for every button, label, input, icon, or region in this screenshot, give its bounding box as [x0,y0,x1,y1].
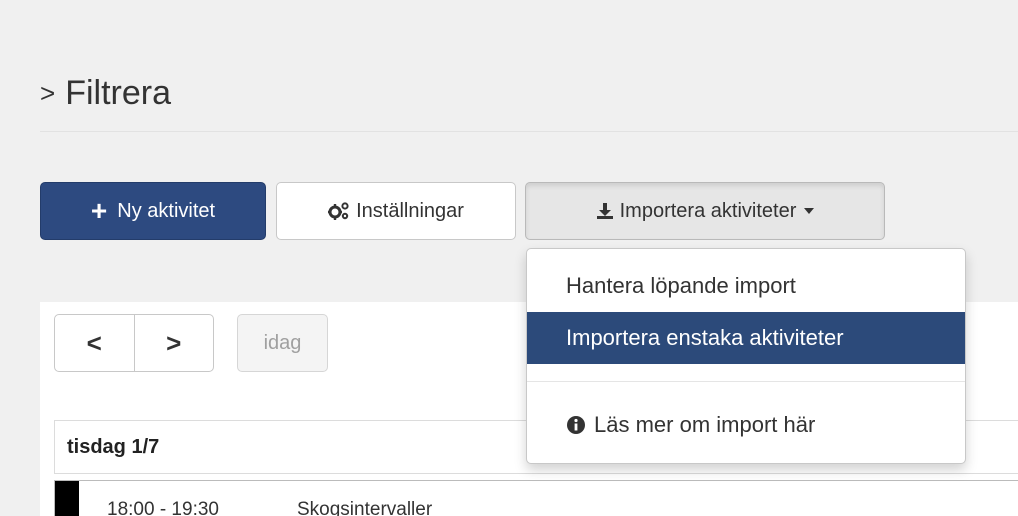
menu-item-read-more-import[interactable]: Läs mer om import här [527,399,965,451]
menu-item-manage-ongoing-import[interactable]: Hantera löpande import [527,260,965,312]
plus-icon: + [90,195,108,226]
new-activity-button[interactable]: + Ny aktivitet [40,182,266,240]
gears-icon [328,201,350,221]
today-button[interactable]: idag [237,314,328,372]
event-color-marker [55,481,79,516]
calendar-nav-group: < > [54,314,214,372]
event-row[interactable]: 18:00 - 19:30 Skogsintervaller [54,480,1018,516]
event-title: Skogsintervaller [297,499,433,516]
import-dropdown-menu: Hantera löpande import Importera enstaka… [526,248,966,464]
next-button[interactable]: > [135,315,214,371]
prev-button[interactable]: < [55,315,135,371]
caret-down-icon [804,208,815,214]
import-activities-button[interactable]: Importera aktiviteter [525,182,885,240]
filter-title: Filtrera [65,74,171,112]
menu-item-label: Importera enstaka aktiviteter [566,325,844,350]
event-time: 18:00 - 19:30 [107,499,219,516]
menu-item-import-single-activities[interactable]: Importera enstaka aktiviteter [527,312,965,364]
chevron-right-icon: > [40,78,56,108]
new-activity-label: Ny aktivitet [117,199,216,222]
info-circle-icon [566,415,586,435]
menu-divider [527,381,965,382]
import-activities-label: Importera aktiviteter [619,199,797,222]
filter-toggle[interactable]: > Filtrera [40,74,171,113]
settings-button[interactable]: Inställningar [276,182,516,240]
day-label: tisdag 1/7 [67,435,160,458]
settings-label: Inställningar [356,199,464,222]
divider [40,131,1018,132]
page: > Filtrera + Ny aktivitet Inställningar [0,0,1018,516]
download-icon [596,202,614,220]
menu-item-label: Läs mer om import här [594,412,816,437]
menu-item-label: Hantera löpande import [566,273,796,298]
